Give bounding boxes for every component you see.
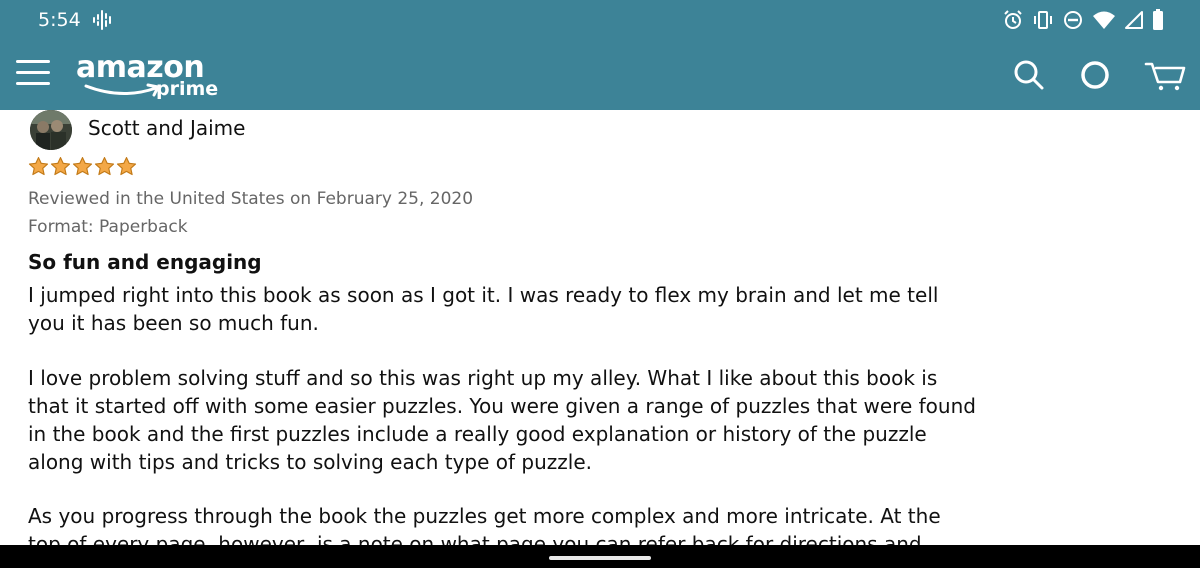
alexa-icon[interactable] bbox=[1076, 56, 1114, 94]
cart-icon[interactable] bbox=[1144, 56, 1188, 94]
cellular-signal-icon bbox=[1124, 10, 1144, 30]
star-icon bbox=[94, 157, 115, 176]
smile-arrow-icon bbox=[84, 82, 164, 102]
review-paragraph: I jumped right into this book as soon as… bbox=[28, 283, 939, 335]
amazon-prime-logo[interactable]: amazon prime bbox=[76, 50, 219, 102]
vibrate-icon bbox=[1032, 10, 1054, 30]
status-bar: 5:54 bbox=[0, 0, 1200, 40]
menu-icon[interactable] bbox=[16, 58, 50, 88]
reviewer-name[interactable]: Scott and Jaime bbox=[88, 116, 245, 140]
star-icon bbox=[72, 157, 93, 176]
review-format: Format: Paperback bbox=[28, 217, 188, 237]
alarm-icon bbox=[1002, 9, 1024, 31]
star-icon bbox=[50, 157, 71, 176]
star-icon bbox=[116, 157, 137, 176]
do-not-disturb-icon bbox=[1062, 9, 1084, 31]
navigation-bar bbox=[0, 545, 1200, 568]
star-icon bbox=[28, 157, 49, 176]
review-paragraph: I love problem solving stuff and so this… bbox=[28, 366, 976, 474]
review-title: So fun and engaging bbox=[28, 250, 262, 274]
app-bar: amazon prime bbox=[0, 40, 1200, 110]
podcast-icon bbox=[92, 10, 114, 34]
star-rating bbox=[28, 156, 137, 177]
review-date: Reviewed in the United States on Februar… bbox=[28, 189, 474, 209]
avatar[interactable] bbox=[30, 110, 72, 150]
wifi-icon bbox=[1092, 10, 1116, 30]
top-bar: 5:54 amazon prime bbox=[0, 0, 1200, 110]
home-gesture-handle[interactable] bbox=[549, 556, 651, 560]
status-icons bbox=[1002, 8, 1164, 32]
battery-icon bbox=[1152, 9, 1164, 31]
status-time: 5:54 bbox=[38, 9, 81, 31]
search-icon[interactable] bbox=[1010, 56, 1048, 94]
logo-sub: prime bbox=[156, 78, 219, 100]
